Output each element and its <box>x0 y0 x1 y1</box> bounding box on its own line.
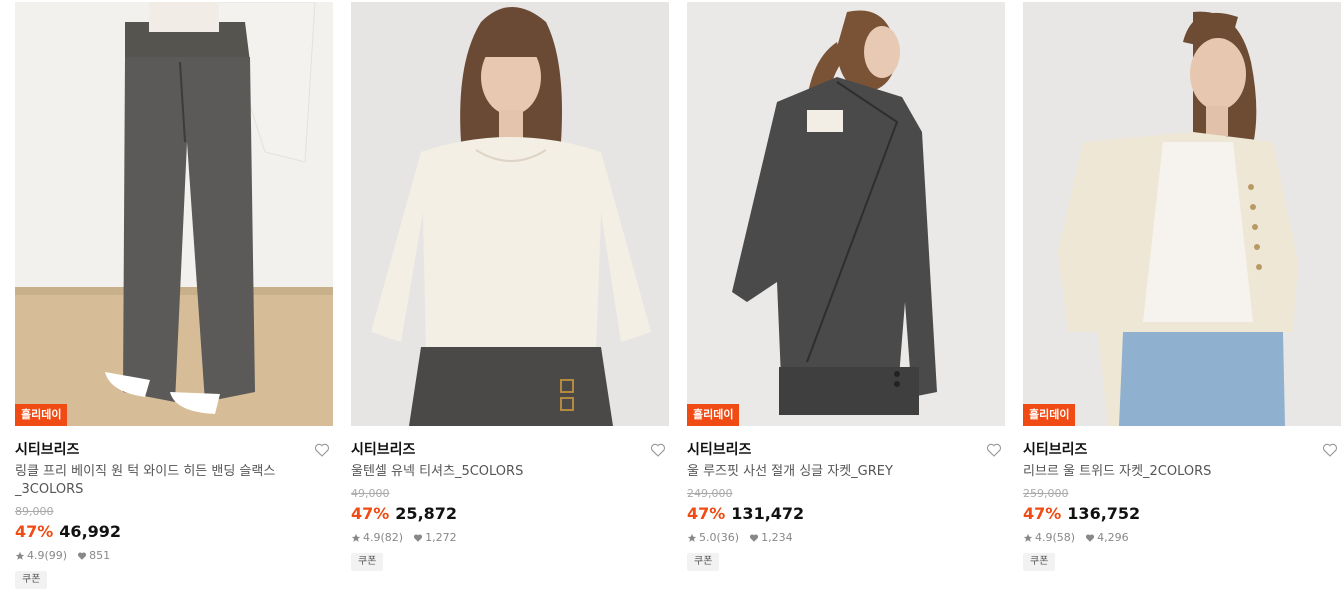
coupon-tag: 쿠폰 <box>1023 553 1056 571</box>
discount-rate: 47% <box>687 504 726 523</box>
heart-filled-icon <box>78 552 87 560</box>
discount-rate: 47% <box>1023 504 1062 523</box>
original-price: 89,000 <box>15 505 54 518</box>
rating-value: 5.0 <box>699 531 717 544</box>
product-image[interactable]: 홀리데이 <box>1023 2 1341 426</box>
coupon-tag: 쿠폰 <box>687 553 720 571</box>
product-stats: 5.0 (36) 1,234 <box>687 531 1005 545</box>
product-grid: 홀리데이 시티브리즈 링클 프리 베이직 원 턱 와이드 히든 밴딩 슬랙스_3… <box>0 0 1344 616</box>
original-price: 49,000 <box>351 487 390 500</box>
like-count: 1,272 <box>425 531 457 544</box>
sale-price: 136,752 <box>1067 504 1141 523</box>
holiday-badge: 홀리데이 <box>15 404 68 426</box>
heart-outline-icon[interactable] <box>313 441 331 459</box>
product-stats: 4.9 (99) 851 <box>15 549 333 563</box>
heart-filled-icon <box>414 534 423 542</box>
brand-name[interactable]: 시티브리즈 <box>687 439 1005 461</box>
like-count: 4,296 <box>1097 531 1129 544</box>
product-image[interactable]: 홀리데이 <box>15 2 333 426</box>
product-card[interactable]: 시티브리즈 울텐셀 유넥 티셔츠_5COLORS 49,000 47% 25,87… <box>351 2 669 571</box>
brand-name[interactable]: 시티브리즈 <box>351 439 669 461</box>
original-price: 259,000 <box>1023 487 1069 500</box>
sale-price: 46,992 <box>59 522 122 541</box>
product-title[interactable]: 울텐셀 유넥 티셔츠_5COLORS <box>351 463 621 481</box>
star-icon <box>1023 533 1033 542</box>
product-photo-tee <box>351 2 669 426</box>
product-image[interactable]: 홀리데이 <box>687 2 1005 426</box>
heart-filled-icon <box>750 534 759 542</box>
heart-outline-icon[interactable] <box>985 441 1003 459</box>
sale-price: 131,472 <box>731 504 805 523</box>
rating-value: 4.9 <box>27 549 45 562</box>
review-count: (99) <box>44 549 68 562</box>
review-count: (82) <box>380 531 404 544</box>
brand-name[interactable]: 시티브리즈 <box>1023 439 1341 461</box>
star-icon <box>15 551 25 560</box>
brand-name[interactable]: 시티브리즈 <box>15 439 333 461</box>
heart-outline-icon[interactable] <box>649 441 667 459</box>
coupon-tag: 쿠폰 <box>15 571 48 589</box>
discount-rate: 47% <box>15 522 54 541</box>
product-photo-tweed <box>1023 2 1341 426</box>
product-card[interactable]: 홀리데이 시티브리즈 리브르 울 트위드 자켓_2COLORS 259,000 … <box>1023 2 1341 571</box>
heart-filled-icon <box>1086 534 1095 542</box>
star-icon <box>687 533 697 542</box>
product-card[interactable]: 홀리데이 시티브리즈 울 루즈핏 사선 절개 싱글 자켓_GREY 249,00… <box>687 2 1005 571</box>
coupon-tag: 쿠폰 <box>351 553 384 571</box>
product-stats: 4.9 (58) 4,296 <box>1023 531 1341 545</box>
sale-price: 25,872 <box>395 504 458 523</box>
review-count: (58) <box>1052 531 1076 544</box>
product-stats: 4.9 (82) 1,272 <box>351 531 669 545</box>
product-title[interactable]: 리브르 울 트위드 자켓_2COLORS <box>1023 463 1293 481</box>
like-count: 851 <box>89 549 111 562</box>
product-title[interactable]: 울 루즈핏 사선 절개 싱글 자켓_GREY <box>687 463 957 481</box>
star-icon <box>351 533 361 542</box>
product-card[interactable]: 홀리데이 시티브리즈 링클 프리 베이직 원 턱 와이드 히든 밴딩 슬랙스_3… <box>15 2 333 589</box>
product-photo-jacket <box>687 2 1005 426</box>
holiday-badge: 홀리데이 <box>1023 404 1076 426</box>
heart-outline-icon[interactable] <box>1321 441 1339 459</box>
rating-value: 4.9 <box>363 531 381 544</box>
like-count: 1,234 <box>761 531 793 544</box>
product-image[interactable] <box>351 2 669 426</box>
discount-rate: 47% <box>351 504 390 523</box>
product-photo-slacks <box>15 2 333 426</box>
review-count: (36) <box>716 531 740 544</box>
product-title[interactable]: 링클 프리 베이직 원 턱 와이드 히든 밴딩 슬랙스_3COLORS <box>15 463 285 499</box>
holiday-badge: 홀리데이 <box>687 404 740 426</box>
original-price: 249,000 <box>687 487 733 500</box>
rating-value: 4.9 <box>1035 531 1053 544</box>
